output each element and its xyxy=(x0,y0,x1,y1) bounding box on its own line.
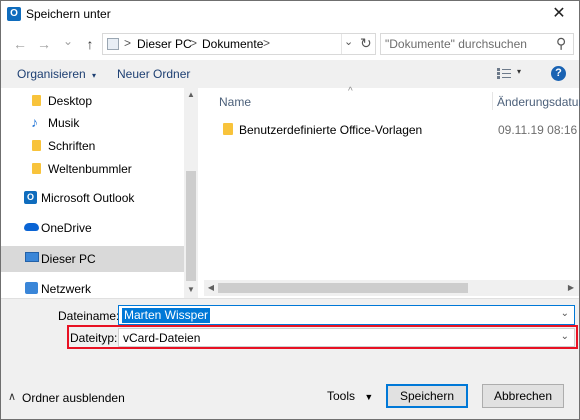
hide-folders-chevron-icon[interactable]: ∧ xyxy=(8,390,16,403)
filetype-dropdown-chevron-icon[interactable]: ⌄ xyxy=(561,331,569,342)
tools-button[interactable]: Tools ▼ xyxy=(327,389,373,403)
filename-dropdown-chevron-icon[interactable]: ⌄ xyxy=(561,308,569,319)
scroll-up-arrow-icon[interactable]: ▲ xyxy=(186,90,196,100)
file-name: Benutzerdefinierte Office-Vorlagen xyxy=(239,123,423,137)
breadcrumb-separator: > xyxy=(124,36,132,50)
window-title: Speichern unter xyxy=(26,7,111,21)
organize-dropdown-icon: ▾ xyxy=(92,71,97,80)
column-header-date[interactable]: Änderungsdatum xyxy=(497,95,580,109)
sort-indicator-icon: ^ xyxy=(348,86,353,97)
navigation-pane-scrollbar[interactable]: ▲ ▼ xyxy=(184,88,198,298)
computer-icon xyxy=(25,252,39,262)
folder-icon xyxy=(32,95,41,106)
tools-dropdown-icon: ▼ xyxy=(364,392,374,402)
organize-label: Organisieren xyxy=(17,67,86,81)
scroll-right-arrow-icon[interactable]: ▶ xyxy=(566,283,576,293)
sidebar-item-microsoft-outlook[interactable]: O Microsoft Outlook xyxy=(1,185,184,211)
sidebar-item-label: Netzwerk xyxy=(41,282,92,296)
sidebar-item-label: Desktop xyxy=(48,94,93,108)
search-icon[interactable]: ⚲ xyxy=(556,35,566,52)
folder-icon xyxy=(32,140,41,151)
new-folder-button[interactable]: Neuer Ordner xyxy=(117,67,190,81)
sidebar-item-weltenbummler[interactable]: Weltenbummler xyxy=(1,156,184,182)
command-toolbar: Organisieren ▾ Neuer Ordner ▾ ? xyxy=(1,60,579,88)
recent-locations-chevron-icon[interactable]: ⌄ xyxy=(60,33,76,49)
network-icon xyxy=(25,282,38,294)
outlook-icon: O xyxy=(24,191,37,204)
filename-field[interactable]: Marten Wissper ⌄ xyxy=(118,305,575,325)
search-box[interactable]: ⚲ xyxy=(380,33,574,55)
column-header-name[interactable]: Name xyxy=(219,95,251,109)
sidebar-item-onedrive[interactable]: OneDrive xyxy=(1,215,184,241)
refresh-icon[interactable]: ↻ xyxy=(360,35,372,52)
help-icon[interactable]: ? xyxy=(551,66,566,81)
breadcrumb-separator[interactable]: > xyxy=(263,36,270,50)
file-list-horizontal-scrollbar[interactable]: ◀ ▶ xyxy=(204,280,579,296)
breadcrumb-dokumente[interactable]: Dokumente xyxy=(202,37,263,51)
search-input[interactable] xyxy=(385,36,550,52)
sidebar-item-label: Schriften xyxy=(48,139,96,153)
hide-folders-button[interactable]: Ordner ausblenden xyxy=(22,391,125,405)
forward-arrow-icon[interactable]: → xyxy=(36,36,52,52)
cancel-button[interactable]: Abbrechen xyxy=(482,384,564,408)
breadcrumb-dieser-pc[interactable]: Dieser PC xyxy=(137,37,192,51)
scroll-left-arrow-icon[interactable]: ◀ xyxy=(206,283,216,293)
close-button[interactable]: ✕ xyxy=(540,1,578,27)
music-icon: ♪ xyxy=(31,114,38,130)
folder-icon xyxy=(223,123,233,135)
filename-input-value[interactable]: Marten Wissper xyxy=(122,308,211,323)
file-row[interactable]: Benutzerdefinierte Office-Vorlagen 09.11… xyxy=(204,116,579,142)
file-date: 09.11.19 08:16 xyxy=(498,123,578,137)
address-dropdown-chevron-icon[interactable]: ⌄ xyxy=(344,35,353,48)
filetype-value: vCard-Dateien xyxy=(123,331,201,345)
filetype-label: Dateityp: xyxy=(70,331,118,345)
back-arrow-icon[interactable]: ← xyxy=(12,36,28,52)
scrollbar-thumb[interactable] xyxy=(218,283,468,293)
view-dropdown-icon[interactable]: ▾ xyxy=(517,67,521,76)
sidebar-item-label: Dieser PC xyxy=(41,252,96,266)
cloud-icon xyxy=(24,223,39,231)
address-divider xyxy=(341,34,342,54)
view-options-icon[interactable] xyxy=(497,68,511,79)
computer-icon xyxy=(107,38,119,50)
outlook-icon: O xyxy=(7,7,21,21)
save-button[interactable]: Speichern xyxy=(386,384,468,408)
sidebar-item-label: Microsoft Outlook xyxy=(41,191,135,205)
tools-label: Tools xyxy=(327,389,356,403)
sidebar-item-label: Musik xyxy=(48,116,80,130)
column-divider[interactable] xyxy=(492,92,493,110)
breadcrumb-separator: > xyxy=(190,36,198,50)
sidebar-item-netzwerk[interactable]: Netzwerk xyxy=(1,276,184,298)
navigation-pane: Desktop ♪ Musik Schriften Weltenbummler … xyxy=(1,88,198,298)
filetype-select[interactable]: vCard-Dateien ⌄ xyxy=(118,328,575,347)
address-bar[interactable]: > Dieser PC > Dokumente > ⌄ ↻ xyxy=(102,33,376,55)
sidebar-item-label: Weltenbummler xyxy=(48,162,132,176)
sidebar-item-label: OneDrive xyxy=(41,221,92,235)
filename-label: Dateiname: xyxy=(58,309,120,323)
up-arrow-icon[interactable]: ↑ xyxy=(82,36,98,52)
scrollbar-thumb[interactable] xyxy=(186,171,196,281)
organize-button[interactable]: Organisieren ▾ xyxy=(17,67,96,81)
folder-icon xyxy=(32,163,41,174)
sidebar-item-dieser-pc[interactable]: Dieser PC xyxy=(1,246,184,272)
scroll-down-arrow-icon[interactable]: ▼ xyxy=(186,285,196,295)
